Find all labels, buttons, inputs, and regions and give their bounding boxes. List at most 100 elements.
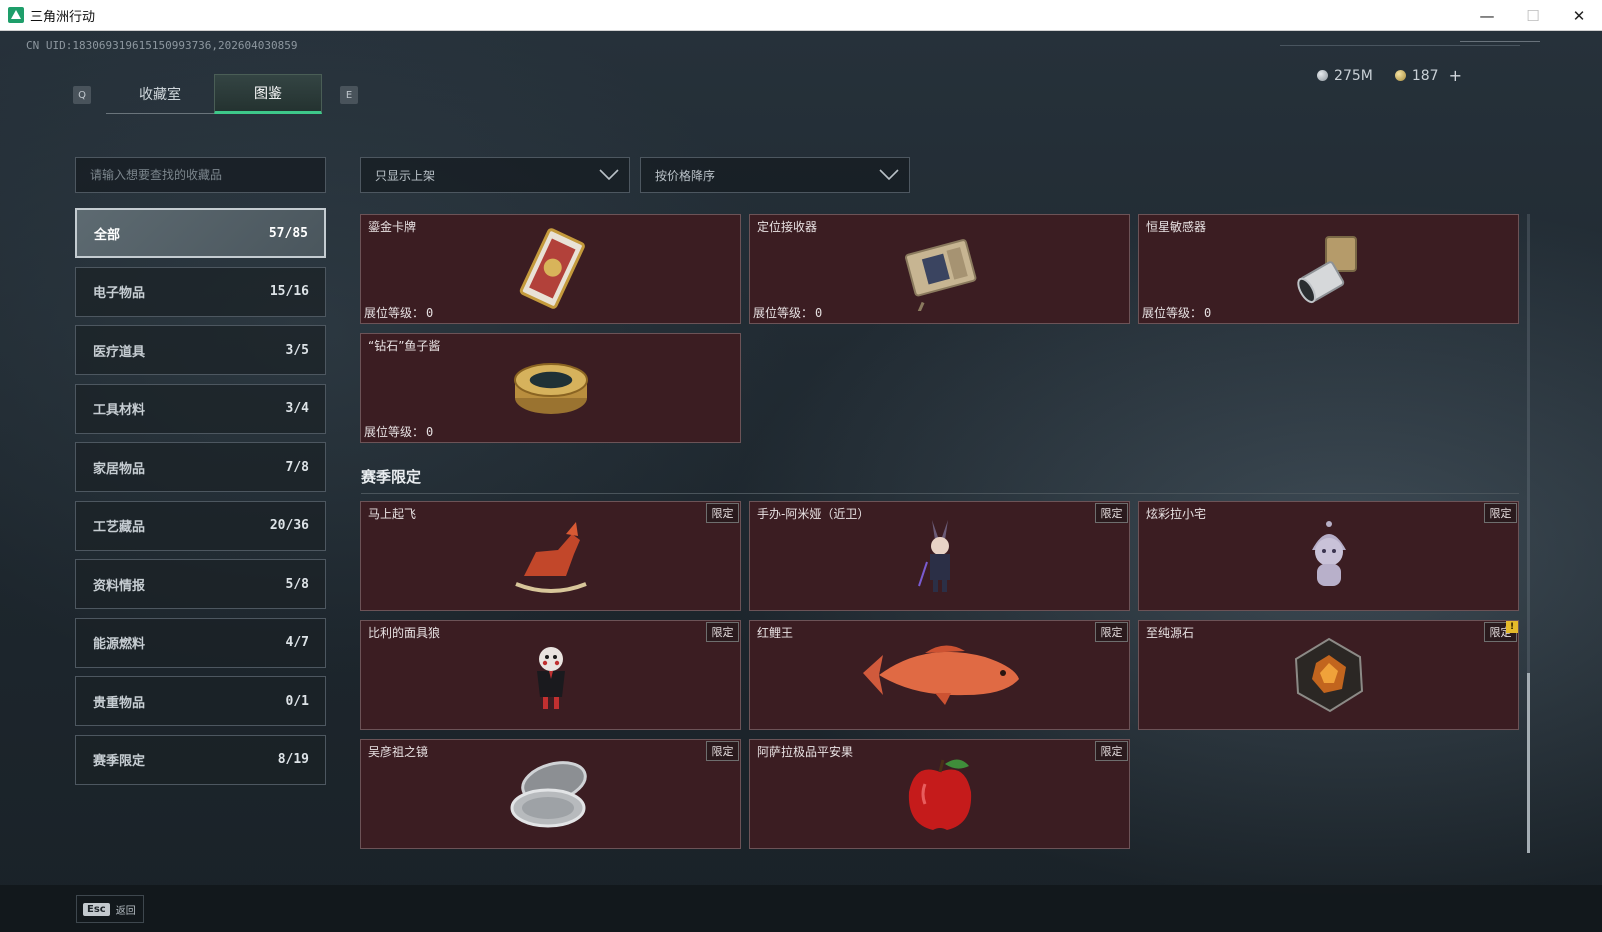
- category-electronics[interactable]: 电子物品 15/16: [75, 266, 326, 317]
- booth-level-label: 展位等级：: [753, 306, 814, 320]
- limited-badge: 限定: [1095, 741, 1128, 761]
- item-card[interactable]: 手办-阿米娅（近卫） 限定: [749, 501, 1130, 611]
- back-label: 返回: [115, 905, 136, 917]
- category-intel[interactable]: 资料情报 5/8: [75, 559, 326, 609]
- silver-coin-icon: [1317, 70, 1329, 81]
- key-hint-e: E: [340, 86, 358, 104]
- category-count: 3/4: [285, 401, 309, 416]
- window-titlebar: 三角洲行动 — ☐ ✕: [0, 0, 1602, 31]
- item-name: 炫彩拉小宅: [1146, 507, 1207, 521]
- caviar-tin-icon: [513, 363, 588, 414]
- category-count: 5/8: [285, 576, 309, 592]
- sort-dropdown[interactable]: 按价格降序: [640, 157, 910, 193]
- category-valuables[interactable]: 贵重物品 0/1: [75, 676, 326, 726]
- red-carp-icon: [862, 645, 1019, 705]
- category-name: 资料情报: [93, 578, 146, 594]
- item-name: 手办-阿米娅（近卫）: [757, 507, 870, 521]
- tab-collection-room[interactable]: 收藏室: [106, 74, 214, 114]
- minimize-button[interactable]: —: [1464, 0, 1510, 31]
- category-list: 全部 57/85 电子物品 15/16 医疗道具 3/5 工具材料 3/4 家居…: [75, 208, 326, 793]
- window-controls: — ☐ ✕: [1464, 0, 1602, 31]
- dropdown-value: 只显示上架: [375, 168, 436, 183]
- booth-level: 展位等级： 0: [753, 304, 822, 321]
- figure-amiya-icon: [917, 520, 950, 592]
- booth-level-value: 0: [1204, 306, 1212, 320]
- booth-level: 展位等级： 0: [1142, 304, 1211, 321]
- category-name: 家居物品: [93, 461, 146, 477]
- tab-bar: 收藏室 图鉴: [106, 74, 322, 114]
- limited-badge: 限定: [1095, 503, 1128, 523]
- category-name: 工具材料: [93, 403, 146, 418]
- item-name: 鎏金卡牌: [368, 220, 417, 234]
- dropdown-value: 按价格降序: [655, 168, 716, 183]
- item-name: “钻石”鱼子酱: [368, 339, 441, 353]
- scrollbar-thumb[interactable]: [1527, 673, 1530, 853]
- item-card[interactable]: 炫彩拉小宅 限定: [1138, 501, 1519, 611]
- booth-level: 展位等级： 0: [364, 423, 433, 440]
- category-tools[interactable]: 工具材料 3/4: [75, 383, 326, 434]
- category-name: 贵重物品: [93, 695, 146, 711]
- footer-bar: [0, 885, 1602, 932]
- item-name: 至纯源石: [1146, 626, 1195, 640]
- window-title: 三角洲行动: [30, 9, 96, 25]
- category-household[interactable]: 家居物品 7/8: [75, 442, 326, 492]
- category-season[interactable]: 赛季限定 8/19: [75, 734, 326, 785]
- category-count: 20/36: [269, 518, 309, 533]
- item-name: 比利的面具狼: [368, 626, 441, 640]
- booth-level-value: 0: [815, 306, 823, 320]
- chevron-down-icon: [599, 169, 619, 181]
- close-button[interactable]: ✕: [1556, 0, 1602, 31]
- shelf-filter-dropdown[interactable]: 只显示上架: [360, 157, 630, 193]
- currency-bar: 275M 187 +: [1317, 66, 1462, 85]
- item-card[interactable]: 定位接收器 展位等级： 0: [749, 214, 1130, 324]
- add-currency-button[interactable]: +: [1449, 66, 1462, 85]
- item-card[interactable]: 至纯源石 限定 !: [1138, 620, 1519, 730]
- delta-force-logo-icon: [8, 7, 24, 23]
- item-name: 马上起飞: [368, 507, 417, 521]
- category-name: 电子物品: [93, 286, 146, 301]
- booth-level-value: 0: [426, 306, 434, 320]
- item-card[interactable]: 吴彦祖之镜 限定: [360, 739, 741, 849]
- item-card[interactable]: “钻石”鱼子酱 展位等级： 0: [360, 333, 741, 443]
- category-crafts[interactable]: 工艺藏品 20/36: [75, 500, 326, 551]
- item-card[interactable]: 比利的面具狼 限定: [360, 620, 741, 730]
- category-count: 0/1: [285, 693, 309, 709]
- limited-badge: 限定: [1484, 503, 1517, 523]
- category-count: 57/85: [268, 225, 308, 241]
- booth-level-value: 0: [426, 425, 434, 439]
- gold-amount: 187: [1411, 67, 1439, 84]
- key-hint-q: Q: [73, 86, 91, 104]
- tab-catalog[interactable]: 图鉴: [214, 74, 322, 114]
- category-energy[interactable]: 能源燃料 4/7: [75, 617, 326, 668]
- billy-puppet-icon: [536, 647, 565, 709]
- back-button[interactable]: Esc 返回: [76, 895, 144, 923]
- category-count: 3/5: [285, 342, 309, 358]
- maximize-button[interactable]: ☐: [1510, 0, 1556, 31]
- item-card[interactable]: 马上起飞 限定: [360, 501, 741, 611]
- gold-coin-icon: [1394, 70, 1406, 81]
- item-card[interactable]: 鎏金卡牌 展位等级： 0: [360, 214, 741, 324]
- item-name: 吴彦祖之镜: [368, 745, 429, 759]
- section-divider: [361, 493, 1519, 494]
- compact-mirror-icon: [510, 761, 587, 828]
- category-name: 全部: [94, 227, 121, 243]
- originium-icon: [1294, 637, 1363, 713]
- category-count: 15/16: [269, 284, 309, 299]
- booth-level-label: 展位等级：: [1142, 306, 1203, 320]
- decor-line: [1280, 45, 1520, 46]
- item-card[interactable]: 红鲤王 限定: [749, 620, 1130, 730]
- category-count: 8/19: [277, 752, 309, 767]
- category-name: 能源燃料: [93, 637, 146, 652]
- section-title-season: 赛季限定: [361, 468, 422, 486]
- category-count: 7/8: [285, 459, 309, 475]
- item-card[interactable]: 恒星敏感器 展位等级： 0: [1138, 214, 1519, 324]
- category-name: 工艺藏品: [93, 520, 146, 535]
- user-uid: CN UID:183069319615150993736,20260403085…: [26, 39, 298, 52]
- category-all[interactable]: 全部 57/85: [75, 208, 326, 258]
- currency-silver: 275M: [1317, 66, 1373, 85]
- search-input[interactable]: [75, 157, 326, 193]
- esc-key-icon: Esc: [83, 902, 110, 916]
- item-card[interactable]: 阿萨拉极品平安果 限定: [749, 739, 1130, 849]
- plush-doll-icon: [1311, 521, 1346, 586]
- category-medical[interactable]: 医疗道具 3/5: [75, 325, 326, 375]
